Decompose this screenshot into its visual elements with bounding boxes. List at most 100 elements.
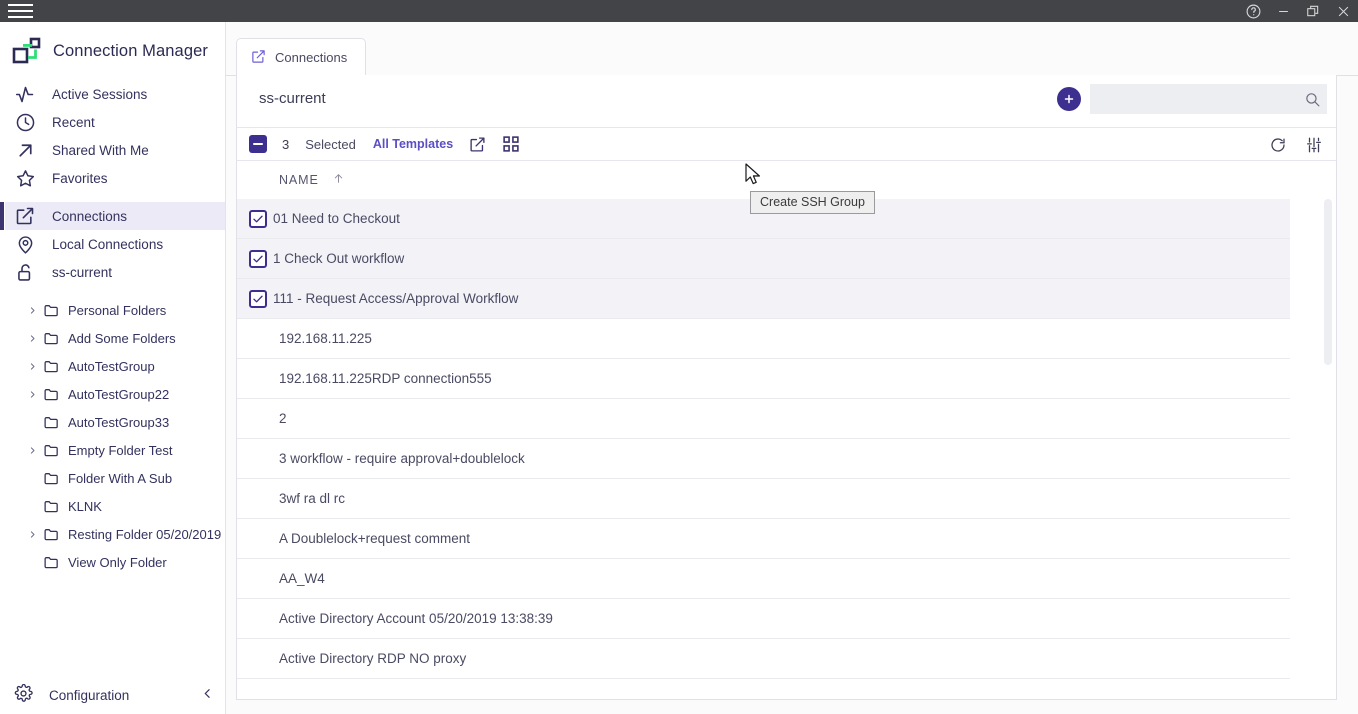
tab-connections[interactable]: Connections <box>236 38 366 76</box>
sidebar-folder-empty-folder-test[interactable]: Empty Folder Test <box>0 436 225 464</box>
clock-icon <box>14 111 36 133</box>
sidebar-footer[interactable]: Configuration <box>0 676 226 714</box>
app-title: Connection Manager <box>53 42 208 61</box>
search-input[interactable] <box>1090 85 1297 113</box>
sidebar-folder-label: KLNK <box>68 499 102 514</box>
title-bar <box>0 0 1358 22</box>
row-checkbox[interactable] <box>249 290 267 308</box>
chevron-right-icon[interactable] <box>24 390 40 399</box>
sidebar-folder-autotestgroup33[interactable]: AutoTestGroup33 <box>0 408 225 436</box>
row-checkbox[interactable] <box>249 250 267 268</box>
sidebar-folder-label: AutoTestGroup22 <box>68 387 169 402</box>
folder-icon <box>40 386 62 403</box>
table-row[interactable]: 192.168.11.225RDP connection555 <box>237 359 1290 399</box>
gear-icon <box>14 684 33 706</box>
toolbar-right-actions <box>1268 128 1324 162</box>
table-row[interactable]: Active Directory Account 05/20/2019 13:3… <box>237 599 1290 639</box>
sidebar-spacer <box>0 192 225 202</box>
table-row[interactable]: Active Directory RDP NO proxy <box>237 639 1290 679</box>
table-row[interactable]: 2 <box>237 399 1290 439</box>
table-row[interactable]: 192.168.11.225 <box>237 319 1290 359</box>
add-connection-button[interactable] <box>1057 87 1081 111</box>
sidebar-item-favorites[interactable]: Favorites <box>0 164 225 192</box>
star-icon <box>14 167 36 189</box>
sidebar-folder-klnk[interactable]: KLNK <box>0 492 225 520</box>
sidebar-item-active-sessions[interactable]: Active Sessions <box>0 80 225 108</box>
sidebar-item-ss-current[interactable]: ss-current <box>0 258 225 286</box>
sidebar-folder-label: Personal Folders <box>68 303 166 318</box>
sidebar-folder-folder-with-a-sub[interactable]: Folder With A Sub <box>0 464 225 492</box>
table-row[interactable]: 3 workflow - require approval+doublelock <box>237 439 1290 479</box>
search-icon[interactable] <box>1297 91 1327 108</box>
sidebar-folder-autotestgroup22[interactable]: AutoTestGroup22 <box>0 380 225 408</box>
table-row[interactable]: A Doublelock+request comment <box>237 519 1290 559</box>
sidebar-folder-label: View Only Folder <box>68 555 167 570</box>
chevron-right-icon[interactable] <box>24 446 40 455</box>
connection-name: 01 Need to Checkout <box>273 211 400 226</box>
sliders-icon[interactable] <box>1304 135 1324 155</box>
sidebar-item-local-connections[interactable]: Local Connections <box>0 230 225 258</box>
sidebar-folder-label: AutoTestGroup <box>68 359 155 374</box>
panel-header: ss-current <box>237 75 1336 127</box>
folder-icon <box>40 498 62 515</box>
all-templates-link[interactable]: All Templates <box>373 137 453 151</box>
table-row[interactable]: AA_W4 <box>237 559 1290 599</box>
list-scrollbar[interactable] <box>1322 199 1336 681</box>
restore-icon[interactable] <box>1298 0 1328 22</box>
sidebar-folder-autotestgroup[interactable]: AutoTestGroup <box>0 352 225 380</box>
help-circle-icon[interactable] <box>1238 0 1268 22</box>
launch-connection-icon[interactable] <box>467 134 487 154</box>
arrow-up-icon[interactable] <box>332 172 345 188</box>
select-all-checkbox[interactable] <box>249 135 267 153</box>
sidebar-item-connections[interactable]: Connections <box>0 202 225 230</box>
sidebar-item-label: Favorites <box>52 171 108 186</box>
connection-name: Active Directory Account 05/20/2019 13:3… <box>279 611 553 626</box>
sidebar-item-recent[interactable]: Recent <box>0 108 225 136</box>
sidebar-item-label: Active Sessions <box>52 87 147 102</box>
row-checkbox[interactable] <box>249 210 267 228</box>
app-logo-icon <box>12 36 42 66</box>
refresh-icon[interactable] <box>1268 135 1288 155</box>
sidebar-spacer <box>0 286 225 296</box>
sidebar-item-label: Local Connections <box>52 237 163 252</box>
sidebar-folder-view-only-folder[interactable]: View Only Folder <box>0 548 225 576</box>
folder-icon <box>40 526 62 543</box>
sidebar-folder-tree: Personal Folders Add Some Folders AutoTest… <box>0 296 225 576</box>
chevron-right-icon[interactable] <box>24 306 40 315</box>
sidebar-item-label: Shared With Me <box>52 143 149 158</box>
hamburger-icon[interactable] <box>0 0 40 22</box>
table-row[interactable]: 111 - Request Access/Approval Workflow <box>237 279 1290 319</box>
sidebar-folder-resting-folder-05-20-2019[interactable]: Resting Folder 05/20/2019 <box>0 520 225 548</box>
close-icon[interactable] <box>1328 0 1358 22</box>
sidebar-item-shared-with-me[interactable]: Shared With Me <box>0 136 225 164</box>
connections-list[interactable]: 01 Need to Checkout 1 Check Out workflow 1… <box>237 199 1336 681</box>
selection-toolbar: 3 Selected All Templates <box>237 127 1336 161</box>
create-ssh-group-icon[interactable] <box>501 134 521 154</box>
connection-name: 111 - Request Access/Approval Workflow <box>273 291 518 306</box>
chevron-right-icon[interactable] <box>24 530 40 539</box>
folder-icon <box>40 330 62 347</box>
sidebar-item-label: Connections <box>52 209 127 224</box>
connection-name: 1 Check Out workflow <box>273 251 404 266</box>
folder-icon <box>40 358 62 375</box>
chevron-right-icon[interactable] <box>24 362 40 371</box>
main-area: Connections ss-current 3 Selected All T <box>226 22 1358 714</box>
activity-icon <box>14 83 36 105</box>
table-row[interactable]: 1 Check Out workflow <box>237 239 1290 279</box>
list-scrollbar-thumb[interactable] <box>1324 199 1332 365</box>
chevron-right-icon[interactable] <box>24 334 40 343</box>
connection-name: 2 <box>279 411 287 426</box>
sidebar-item-label: ss-current <box>52 265 112 280</box>
tab-label: Connections <box>275 50 347 65</box>
table-row[interactable]: 3wf ra dl rc <box>237 479 1290 519</box>
folder-icon <box>40 554 62 571</box>
chevron-left-icon[interactable] <box>201 687 214 703</box>
search-box[interactable] <box>1090 84 1327 114</box>
column-header-name[interactable]: NAME <box>279 173 319 187</box>
sidebar-nav: Active Sessions Recent Shared With Me Favor… <box>0 80 225 296</box>
minimize-icon[interactable] <box>1268 0 1298 22</box>
folder-icon <box>40 414 62 431</box>
selected-count: 3 <box>282 137 289 152</box>
sidebar-folder-personal-folders[interactable]: Personal Folders <box>0 296 225 324</box>
sidebar-folder-add-some-folders[interactable]: Add Some Folders <box>0 324 225 352</box>
